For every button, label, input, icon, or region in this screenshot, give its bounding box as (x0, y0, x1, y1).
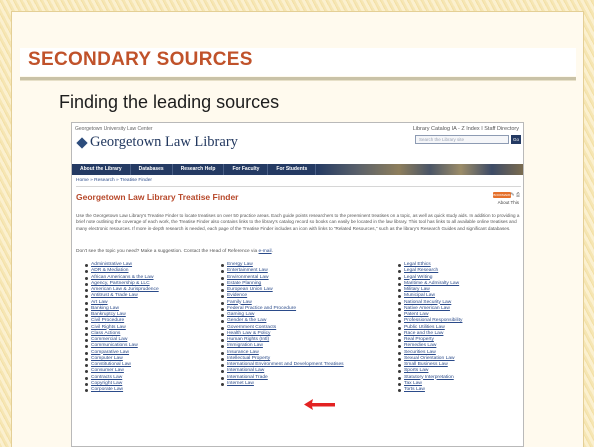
university-name: Georgetown University Law Center (75, 126, 153, 132)
bookmark-button[interactable]: BOOKMARK (493, 192, 511, 198)
topic-link[interactable]: Corporate Law (84, 387, 159, 393)
email-link[interactable]: e-mail (259, 249, 272, 254)
nav-for-students[interactable]: For Students (268, 164, 317, 175)
nav-databases[interactable]: Databases (131, 164, 173, 175)
nav-research-help[interactable]: Research Help (173, 164, 225, 175)
divider (76, 186, 521, 187)
breadcrumb[interactable]: Home » Research » Treatise Finder (76, 178, 152, 183)
logo-icon (76, 136, 88, 149)
main-nav: About the Library Databases Research Hel… (72, 164, 523, 175)
intro-paragraph: Use the Georgetown Law Library's Treatis… (76, 213, 520, 231)
nav-for-faculty[interactable]: For Faculty (224, 164, 269, 175)
logo-wrap[interactable]: Georgetown Law Library (76, 134, 238, 151)
search-input[interactable]: Search the Library site (415, 135, 509, 144)
nav-banner-photo (316, 164, 523, 175)
go-button[interactable]: Go (511, 135, 521, 144)
page-title: Georgetown Law Library Treatise Finder (76, 192, 239, 202)
site-header: Georgetown University Law Center Library… (72, 123, 523, 161)
nav-about[interactable]: About the Library (72, 164, 131, 175)
topic-column-3: Legal Ethics Legal Research Legal Writing M… (397, 262, 462, 393)
topic-column-1: Administrative Law ADR & Mediation African… (84, 262, 159, 393)
topic-column-2: Energy Law Entertainment Law Environmental… (220, 262, 344, 387)
suggestion-label: Don't see the topic you need? Make a sug… (76, 249, 258, 254)
topic-link[interactable]: Internet Law (220, 381, 344, 387)
title-underline-light (20, 80, 576, 81)
about-link[interactable]: About This (498, 200, 519, 205)
suggestion-text: Don't see the topic you need? Make a sug… (76, 249, 273, 254)
share-icons[interactable]: ✎ ⎙ (510, 192, 520, 198)
top-links[interactable]: Library Catalog IA - Z Index I Staff Dir… (413, 126, 519, 132)
slide-title: SECONDARY SOURCES (28, 49, 253, 70)
slide-subtitle: Finding the leading sources (59, 92, 280, 112)
topic-link[interactable]: Torts Law (397, 387, 462, 393)
site-logo: Georgetown Law Library (90, 134, 238, 150)
website-screenshot: Georgetown University Law Center Library… (71, 122, 524, 447)
red-arrow-icon (304, 399, 335, 410)
